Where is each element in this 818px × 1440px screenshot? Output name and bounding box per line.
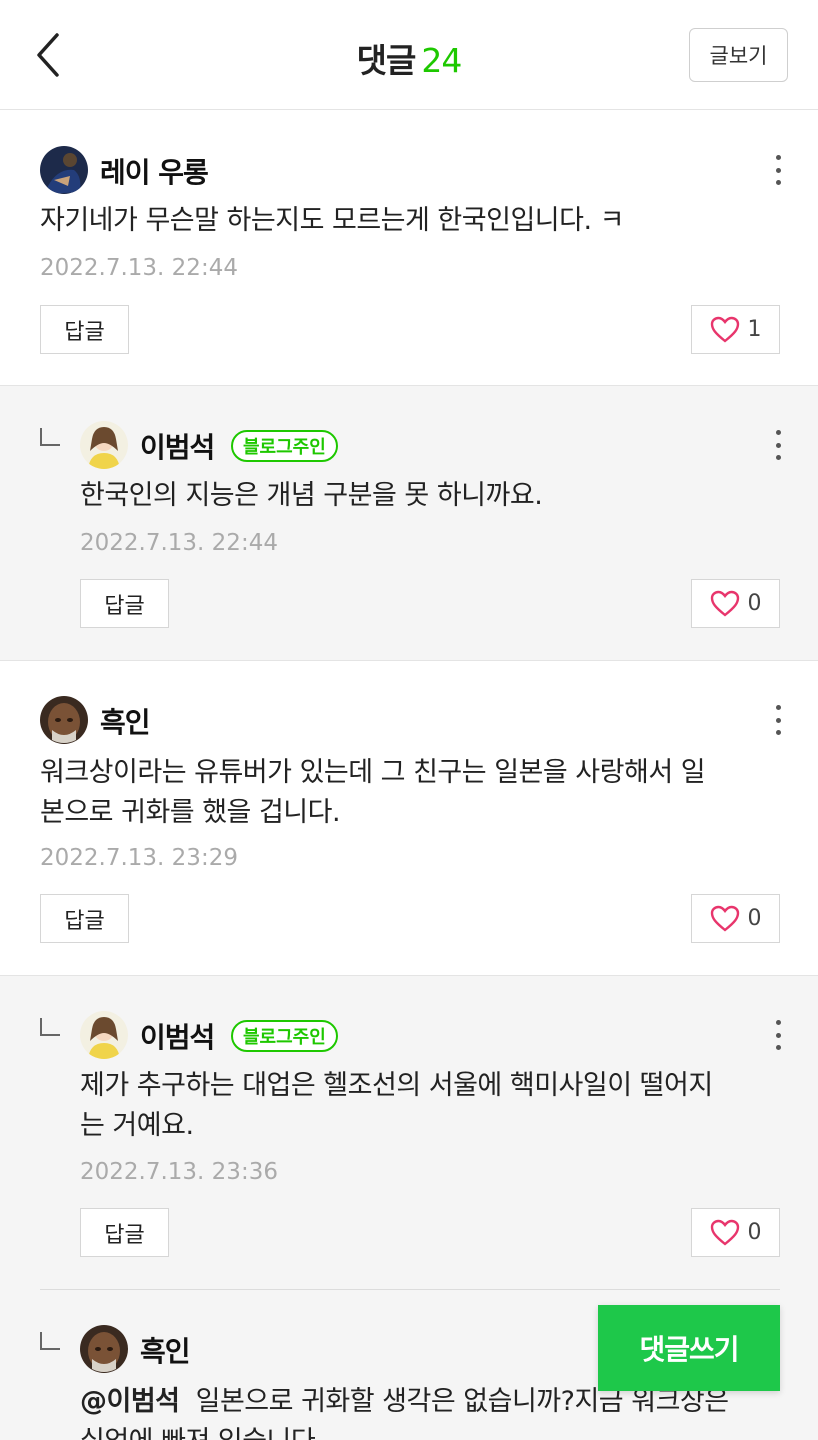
reply-button[interactable]: 답글 (80, 1208, 169, 1257)
more-vertical-icon[interactable] (768, 155, 788, 185)
avatar[interactable] (40, 696, 88, 744)
comment-date: 2022.7.13. 23:36 (80, 1159, 278, 1185)
like-button[interactable]: 0 (691, 579, 780, 628)
blog-owner-badge: 블로그주인 (231, 430, 338, 462)
comment-count: 24 (421, 41, 462, 80)
avatar[interactable] (80, 1011, 128, 1059)
comment-date: 2022.7.13. 22:44 (80, 530, 278, 556)
reply-button[interactable]: 답글 (80, 579, 169, 628)
comment-date: 2022.7.13. 23:29 (40, 845, 238, 871)
reply-button[interactable]: 답글 (40, 894, 129, 943)
like-button[interactable]: 0 (691, 1208, 780, 1257)
comment-text-line: 제가 추구하는 대업은 헬조선의 서울에 핵미사일이 떨어지 (80, 1070, 713, 1101)
view-post-button[interactable]: 글보기 (689, 28, 788, 82)
like-count: 0 (747, 1220, 762, 1245)
comment-text: 자기네가 무슨말 하는지도 모르는게 한국인입니다. ㅋ (40, 205, 624, 236)
mention-link[interactable]: @이범석 (80, 1386, 180, 1417)
comment-text: 한국인의 지능은 개념 구분을 못 하니까요. (80, 480, 543, 511)
comment-text-line: 워크상이라는 유튜버가 있는데 그 친구는 일본을 사랑해서 일 (40, 757, 706, 788)
avatar[interactable] (80, 421, 128, 469)
heart-icon (710, 316, 739, 343)
top-bar: 댓글 24 글보기 (0, 0, 818, 110)
comment-text-line: 십억에 빠져 있습니다 (80, 1422, 729, 1440)
more-vertical-icon[interactable] (768, 705, 788, 735)
comment-author[interactable]: 흑인 (100, 701, 151, 741)
title-label: 댓글 (356, 41, 417, 80)
reply-item: 이범석 블로그주인 한국인의 지능은 개념 구분을 못 하니까요. 2022.7… (0, 386, 818, 661)
comment-author[interactable]: 레이 우롱 (100, 151, 209, 191)
like-count: 1 (747, 317, 762, 342)
blog-owner-badge: 블로그주인 (231, 1020, 338, 1052)
heart-icon (710, 590, 739, 617)
comment-text: 제가 추구하는 대업은 헬조선의 서울에 핵미사일이 떨어지 는 거예요. (80, 1066, 713, 1146)
comment-text-line: 본으로 귀화를 했을 겁니다. (40, 797, 341, 828)
like-count: 0 (747, 906, 762, 931)
more-vertical-icon[interactable] (768, 1020, 788, 1050)
comment-text-line: 는 거예요. (80, 1110, 194, 1141)
reply-indent-icon (40, 1018, 60, 1036)
comment-item: 레이 우롱 자기네가 무슨말 하는지도 모르는게 한국인입니다. ㅋ 2022.… (0, 111, 818, 386)
comment-author[interactable]: 흑인 (140, 1330, 191, 1370)
reply-indent-icon (40, 1332, 60, 1350)
comment-text: 워크상이라는 유튜버가 있는데 그 친구는 일본을 사랑해서 일 본으로 귀화를… (40, 753, 706, 833)
like-button[interactable]: 1 (691, 305, 780, 354)
comment-author[interactable]: 이범석 (140, 426, 215, 466)
heart-icon (710, 1219, 739, 1246)
comment-item: 흑인 워크상이라는 유튜버가 있는데 그 친구는 일본을 사랑해서 일 본으로 … (0, 661, 818, 976)
reply-divider (40, 1289, 780, 1290)
avatar[interactable] (40, 146, 88, 194)
more-vertical-icon[interactable] (768, 430, 788, 460)
avatar[interactable] (80, 1325, 128, 1373)
reply-button[interactable]: 답글 (40, 305, 129, 354)
reply-indent-icon (40, 428, 60, 446)
write-comment-button[interactable]: 댓글쓰기 (598, 1305, 780, 1391)
like-button[interactable]: 0 (691, 894, 780, 943)
like-count: 0 (747, 591, 762, 616)
comment-date: 2022.7.13. 22:44 (40, 255, 238, 281)
comment-author[interactable]: 이범석 (140, 1016, 215, 1056)
heart-icon (710, 905, 739, 932)
